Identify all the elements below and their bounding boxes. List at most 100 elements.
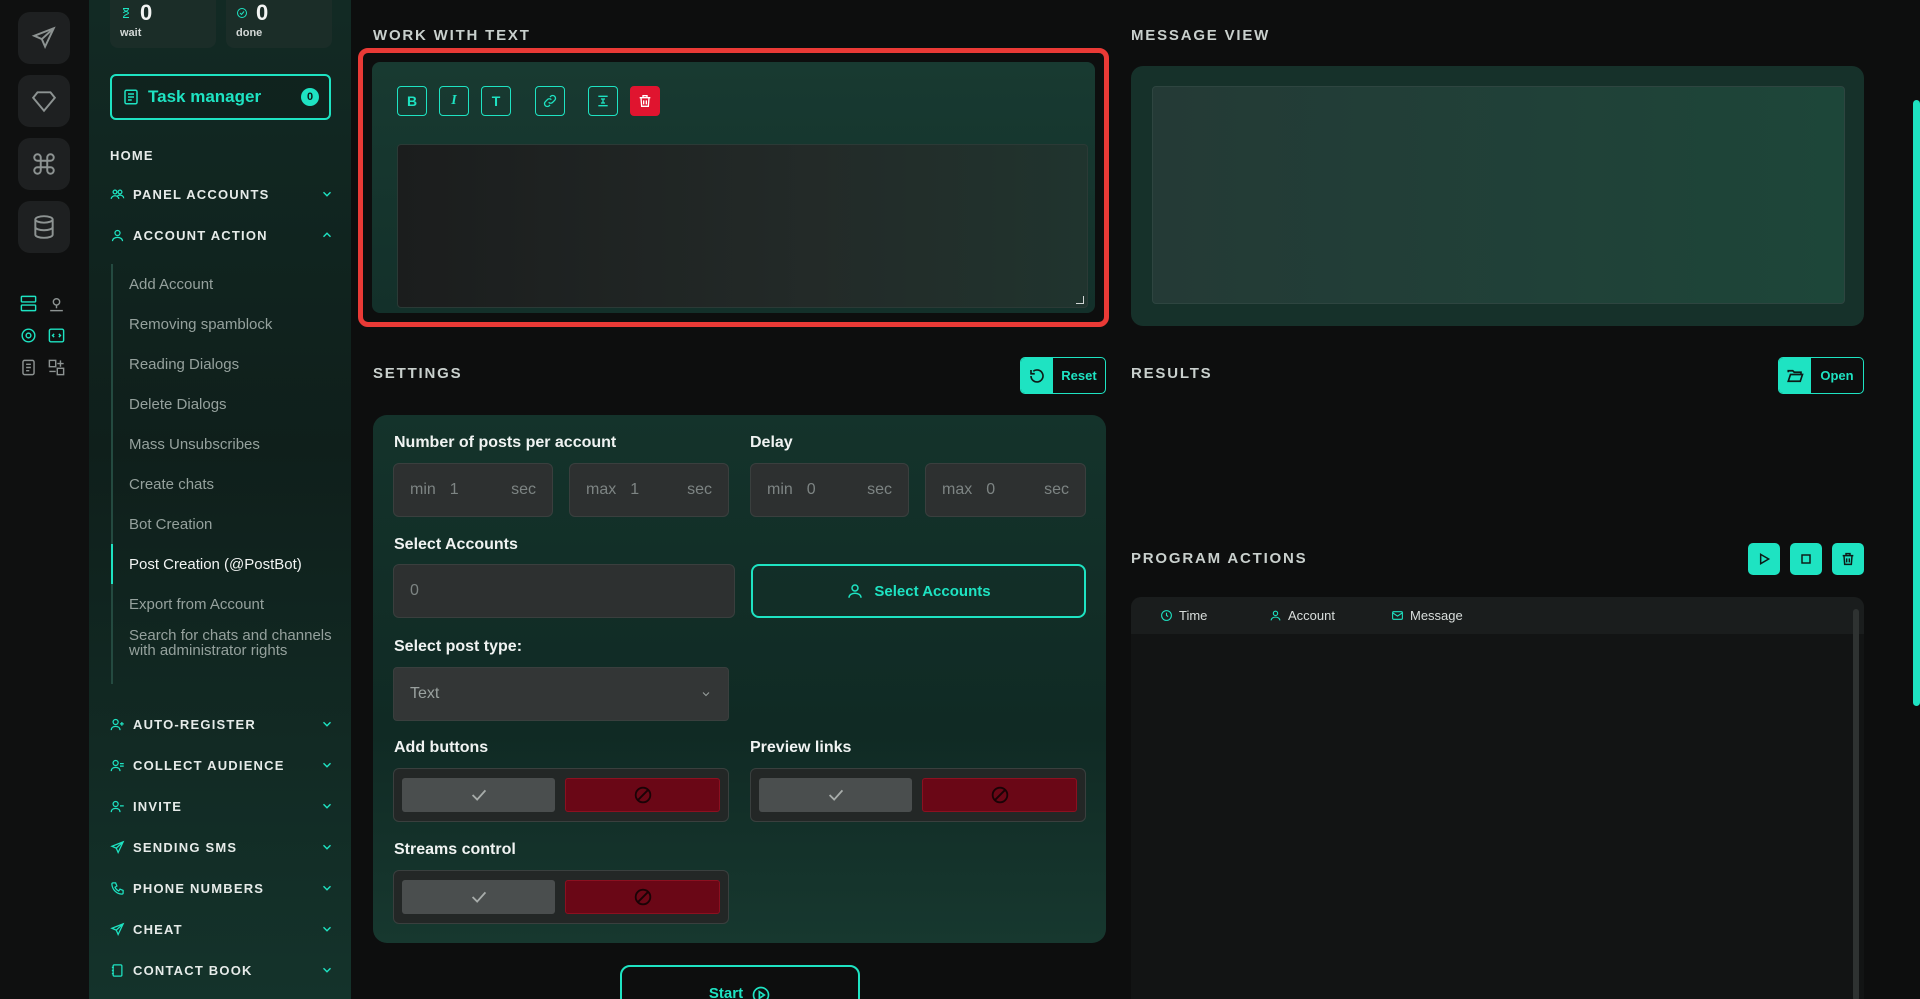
nav-sending-sms[interactable]: SENDING SMS xyxy=(110,836,334,858)
play-icon xyxy=(1759,553,1771,565)
nav-contact-book[interactable]: CONTACT BOOK xyxy=(110,959,334,981)
play-button[interactable] xyxy=(1748,543,1780,575)
user-icon xyxy=(848,584,863,598)
streams-control-label: Streams control xyxy=(394,841,516,858)
settings-panel: Number of posts per account Delay min 1 se… xyxy=(373,415,1106,943)
posts-min-input[interactable]: min 1 sec xyxy=(393,463,553,517)
subnav-item-active[interactable]: Post Creation (@PostBot) xyxy=(111,544,341,584)
send-icon xyxy=(110,840,125,854)
page-scrollbar[interactable] xyxy=(1913,100,1920,706)
log-column-account[interactable]: Account xyxy=(1269,608,1335,623)
post-type-label: Select post type: xyxy=(394,638,523,655)
add-buttons-no[interactable] xyxy=(565,778,720,812)
nav-home[interactable]: HOME xyxy=(110,148,154,163)
preview-links-no[interactable] xyxy=(922,778,1077,812)
message-text-input[interactable] xyxy=(397,144,1088,308)
stop-icon xyxy=(1801,554,1811,564)
chevron-down-icon xyxy=(323,885,331,891)
chevron-down-icon xyxy=(323,967,331,973)
subnav-item[interactable]: Bot Creation xyxy=(113,504,341,544)
subnav-item[interactable]: Add Account xyxy=(113,264,341,304)
database-icon[interactable] xyxy=(18,201,70,253)
subnav-item[interactable]: Delete Dialogs xyxy=(113,384,341,424)
users-icon xyxy=(110,189,125,199)
log-column-message[interactable]: Message xyxy=(1391,608,1463,623)
widgets-icon[interactable] xyxy=(46,357,66,377)
nav-panel-accounts[interactable]: PANEL ACCOUNTS xyxy=(110,183,334,205)
clock-icon xyxy=(1161,610,1172,621)
start-button[interactable]: Start xyxy=(620,965,860,999)
select-accounts-label: Select Accounts xyxy=(394,536,518,553)
stop-button[interactable] xyxy=(1790,543,1822,575)
subnav-item[interactable]: Create chats xyxy=(113,464,341,504)
italic-button[interactable]: I xyxy=(439,86,469,116)
reset-button[interactable]: Reset xyxy=(1020,357,1106,394)
user-icon xyxy=(1270,610,1281,621)
nav-phone-numbers[interactable]: PHONE NUMBERS xyxy=(110,877,334,899)
notes-icon[interactable] xyxy=(18,357,38,377)
command-icon[interactable] xyxy=(18,138,70,190)
subnav-item[interactable]: Reading Dialogs xyxy=(113,344,341,384)
settings-gear-icon[interactable] xyxy=(18,325,38,345)
nav-invite[interactable]: INVITE xyxy=(110,795,334,817)
bold-button[interactable]: B xyxy=(397,86,427,116)
monospace-button[interactable] xyxy=(588,86,618,116)
diamond-icon[interactable] xyxy=(18,75,70,127)
wait-count: 0 xyxy=(140,0,153,25)
add-buttons-yes[interactable] xyxy=(402,778,555,812)
send-icon[interactable] xyxy=(18,12,70,64)
task-manager-count: 0 xyxy=(301,88,319,106)
posts-max-input[interactable]: max 1 sec xyxy=(569,463,729,517)
preview-links-label: Preview links xyxy=(750,739,852,756)
server-icon[interactable] xyxy=(18,293,38,313)
chevron-down-icon xyxy=(702,692,710,697)
subnav-item[interactable]: Search for chats and channels with admin… xyxy=(113,624,341,684)
text-editor-panel: B I T xyxy=(358,48,1109,327)
clear-log-button[interactable] xyxy=(1832,543,1864,575)
preview-links-yes[interactable] xyxy=(759,778,912,812)
streams-control-no[interactable] xyxy=(565,880,720,914)
trash-icon xyxy=(1842,552,1854,566)
link-button[interactable] xyxy=(535,86,565,116)
streams-control-yes[interactable] xyxy=(402,880,555,914)
select-accounts-button[interactable]: Select Accounts xyxy=(751,564,1086,618)
check-icon xyxy=(471,789,486,801)
chevron-up-icon xyxy=(323,232,331,238)
delay-max-input[interactable]: max 0 sec xyxy=(925,463,1086,517)
chevron-down-icon xyxy=(323,191,331,197)
preview-links-toggle xyxy=(750,768,1086,822)
send-icon xyxy=(110,922,125,936)
clear-text-button[interactable] xyxy=(630,86,660,116)
selected-accounts-count-field[interactable]: 0 xyxy=(393,564,735,618)
delay-label: Delay xyxy=(750,434,793,451)
delay-min-input[interactable]: min 0 sec xyxy=(750,463,909,517)
reset-icon xyxy=(1030,368,1044,383)
code-block-icon xyxy=(598,95,608,107)
done-count: 0 xyxy=(256,0,269,25)
nav-cheat[interactable]: CHEAT xyxy=(110,918,334,940)
task-manager-button[interactable]: Task manager 0 xyxy=(110,74,331,120)
wait-label: wait xyxy=(120,27,142,39)
posts-per-account-label: Number of posts per account xyxy=(394,434,617,451)
user-plus-icon xyxy=(110,718,124,730)
phone-icon xyxy=(111,881,124,895)
code-window-icon[interactable] xyxy=(46,325,66,345)
nav-auto-register[interactable]: AUTO-REGISTER xyxy=(110,713,334,735)
log-column-time[interactable]: Time xyxy=(1160,608,1207,623)
message-view-title: MESSAGE VIEW xyxy=(1131,27,1271,44)
subnav-item[interactable]: Removing spamblock xyxy=(113,304,341,344)
map-pin-icon[interactable] xyxy=(46,293,66,313)
text-style-button[interactable]: T xyxy=(481,86,511,116)
task-manager-label: Task manager xyxy=(148,87,262,106)
subnav-item[interactable]: Export from Account xyxy=(113,584,341,624)
chevron-down-icon xyxy=(323,844,331,850)
log-scrollbar[interactable] xyxy=(1853,609,1859,999)
post-type-select[interactable]: Text xyxy=(393,667,729,721)
check-icon xyxy=(471,891,486,903)
nav-collect-audience[interactable]: COLLECT AUDIENCE xyxy=(110,754,334,776)
message-view-panel xyxy=(1131,66,1864,326)
resize-handle[interactable] xyxy=(1076,296,1084,304)
subnav-item[interactable]: Mass Unsubscribes xyxy=(113,424,341,464)
open-results-button[interactable]: Open xyxy=(1778,357,1864,394)
nav-account-action[interactable]: ACCOUNT ACTION xyxy=(110,224,334,246)
